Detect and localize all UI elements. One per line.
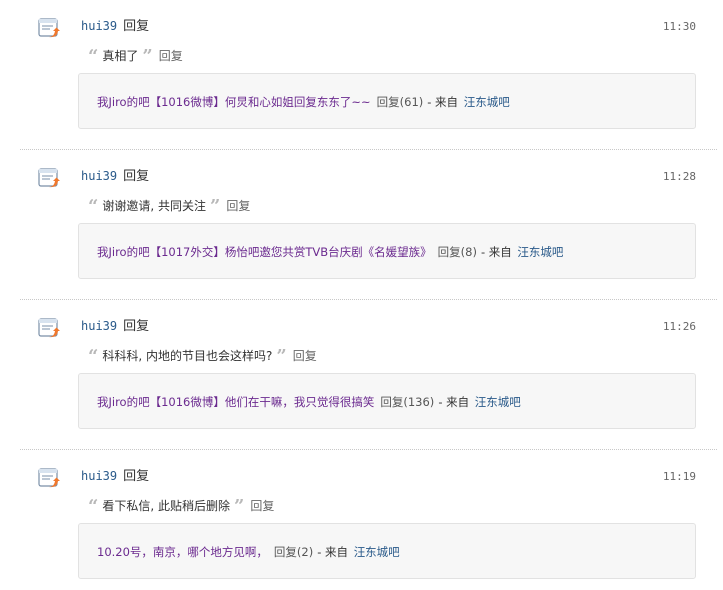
thread-line: 我Jiro的吧【1017外交】杨怡吧邀您共赏TVB台庆剧《名媛望族》 回复(8) -… — [97, 243, 563, 261]
open-quote-icon: “ — [88, 195, 99, 217]
reply-count: 回复(61) — [376, 95, 424, 109]
from-label: - 来自 — [317, 545, 349, 559]
reply-quote: “真相了” 回复 — [88, 47, 183, 65]
thread-title-link[interactable]: 我Jiro的吧【1016微博】何炅和心如姐回复东东了~~ — [97, 95, 371, 109]
item-header: hui39 回复 — [81, 17, 149, 35]
item-header: hui39 回复 — [81, 167, 149, 185]
reply-activity-icon — [38, 468, 60, 488]
close-quote-icon: ” — [234, 495, 245, 517]
close-quote-icon: ” — [276, 345, 287, 367]
thread-line: 我Jiro的吧【1016微博】他们在干嘛，我只觉得很搞笑 回复(136) - 来自 … — [97, 393, 521, 411]
forum-link[interactable]: 汪东城吧 — [464, 95, 510, 109]
thread-box: 10.20号，南京，哪个地方见啊， 回复(2) - 来自 汪东城吧 — [78, 523, 696, 579]
item-header: hui39 回复 — [81, 317, 149, 335]
reply-text: 真相了 — [102, 49, 139, 63]
close-quote-icon: ” — [210, 195, 221, 217]
thread-line: 我Jiro的吧【1016微博】何炅和心如姐回复东东了~~ 回复(61) - 来自 汪… — [97, 93, 510, 111]
feed-item: hui39 回复 11:26 “科科科, 内地的节目也会这样吗?” 回复 我Jiro… — [0, 300, 723, 450]
open-quote-icon: “ — [88, 345, 99, 367]
reply-button[interactable]: 回复 — [159, 49, 183, 63]
thread-title-link[interactable]: 我Jiro的吧【1016微博】他们在干嘛，我只觉得很搞笑 — [97, 395, 374, 409]
thread-box: 我Jiro的吧【1016微博】他们在干嘛，我只觉得很搞笑 回复(136) - 来自 … — [78, 373, 696, 429]
from-label: - 来自 — [427, 95, 459, 109]
open-quote-icon: “ — [88, 45, 99, 67]
username-link[interactable]: hui39 — [81, 469, 117, 483]
forum-link[interactable]: 汪东城吧 — [517, 245, 563, 259]
reply-button[interactable]: 回复 — [250, 499, 274, 513]
timestamp: 11:19 — [662, 470, 696, 483]
reply-button[interactable]: 回复 — [226, 199, 250, 213]
reply-quote: “谢谢邀请, 共同关注 ” 回复 — [88, 197, 250, 215]
from-label: - 来自 — [438, 395, 470, 409]
feed-item: hui39 回复 11:30 “真相了” 回复 我Jiro的吧【1016微博】何炅和… — [0, 0, 723, 150]
feed-item: hui39 回复 11:28 “谢谢邀请, 共同关注 ” 回复 我Jiro的吧【101… — [0, 150, 723, 300]
username-link[interactable]: hui39 — [81, 319, 117, 333]
reply-quote: “科科科, 内地的节目也会这样吗?” 回复 — [88, 347, 317, 365]
reply-text: 谢谢邀请, 共同关注 — [102, 199, 206, 213]
open-quote-icon: “ — [88, 495, 99, 517]
timestamp: 11:28 — [662, 170, 696, 183]
action-label: 回复 — [123, 469, 150, 484]
thread-title-link[interactable]: 10.20号，南京，哪个地方见啊， — [97, 545, 268, 559]
username-link[interactable]: hui39 — [81, 19, 117, 33]
timestamp: 11:26 — [662, 320, 696, 333]
thread-title-link[interactable]: 我Jiro的吧【1017外交】杨怡吧邀您共赏TVB台庆剧《名媛望族》 — [97, 245, 432, 259]
reply-count: 回复(2) — [273, 545, 314, 559]
action-label: 回复 — [123, 169, 150, 184]
thread-box: 我Jiro的吧【1017外交】杨怡吧邀您共赏TVB台庆剧《名媛望族》 回复(8) -… — [78, 223, 696, 279]
thread-line: 10.20号，南京，哪个地方见啊， 回复(2) - 来自 汪东城吧 — [97, 543, 400, 561]
feed-item: hui39 回复 11:19 “看下私信, 此贴稍后删除 ” 回复 10.20号，南京… — [0, 450, 723, 590]
action-label: 回复 — [123, 319, 150, 334]
reply-quote: “看下私信, 此贴稍后删除 ” 回复 — [88, 497, 274, 515]
forum-link[interactable]: 汪东城吧 — [354, 545, 400, 559]
forum-link[interactable]: 汪东城吧 — [475, 395, 521, 409]
username-link[interactable]: hui39 — [81, 169, 117, 183]
reply-activity-icon — [38, 18, 60, 38]
reply-count: 回复(8) — [437, 245, 477, 259]
reply-activity-icon — [38, 168, 60, 188]
timestamp: 11:30 — [662, 20, 696, 33]
reply-button[interactable]: 回复 — [293, 349, 317, 363]
thread-box: 我Jiro的吧【1016微博】何炅和心如姐回复东东了~~ 回复(61) - 来自 汪… — [78, 73, 696, 129]
close-quote-icon: ” — [142, 45, 153, 67]
from-label: - 来自 — [480, 245, 512, 259]
item-header: hui39 回复 — [81, 467, 149, 485]
action-label: 回复 — [123, 19, 150, 34]
reply-activity-icon — [38, 318, 60, 338]
reply-text: 科科科, 内地的节目也会这样吗? — [102, 349, 273, 363]
reply-text: 看下私信, 此贴稍后删除 — [102, 499, 230, 513]
reply-count: 回复(136) — [380, 395, 435, 409]
reply-feed: hui39 回复 11:30 “真相了” 回复 我Jiro的吧【1016微博】何炅和… — [0, 0, 723, 590]
